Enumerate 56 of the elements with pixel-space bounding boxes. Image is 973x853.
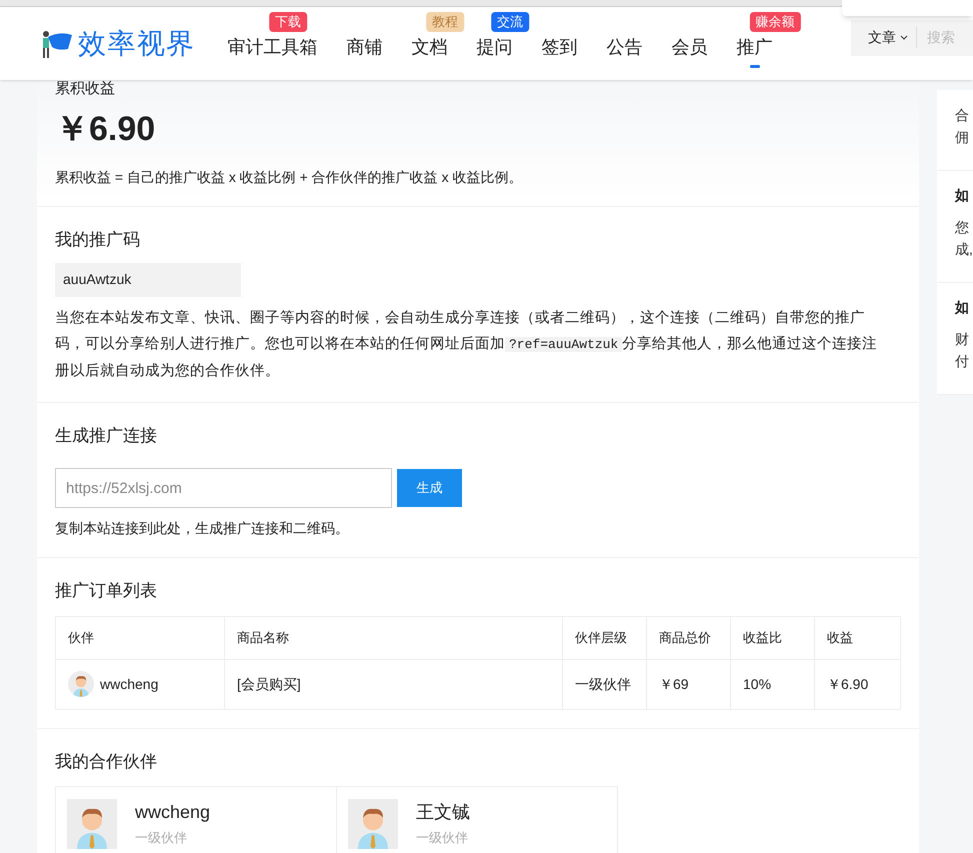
sidebar-text: 成, [955, 240, 973, 259]
table-header-cell: 商品名称 [224, 616, 562, 659]
table-cell: 一级伙伴 [562, 659, 646, 709]
sidebar-text: 您 [955, 218, 970, 237]
earnings-formula: 累积收益 = 自己的推广收益 x 收益比例 + 合作伙伴的推广收益 x 收益比例。 [55, 168, 524, 187]
partner-level: 一级伙伴 [135, 829, 188, 848]
search-field[interactable]: 搜索 [927, 27, 967, 48]
partner-level: 一级伙伴 [416, 829, 469, 848]
nav-link[interactable]: 商铺 [346, 34, 383, 68]
table-cell: ￥69 [646, 659, 730, 709]
earnings-amount: ￥6.90 [55, 109, 156, 150]
nav-link[interactable]: 文档 [412, 34, 448, 68]
table-header-cell: 收益 [814, 616, 900, 659]
nav-link[interactable]: 会员 [672, 34, 708, 68]
generate-button[interactable]: 生成 [397, 469, 462, 507]
table-header-cell: 商品总价 [646, 616, 730, 659]
logo-icon [40, 28, 74, 58]
table-header-cell: 伙伴 [56, 616, 224, 659]
table-cell: ￥6.90 [814, 659, 900, 709]
section-title: 累积收益 [55, 80, 116, 98]
section-title: 推广订单列表 [55, 580, 158, 602]
nav-link[interactable]: 签到 [542, 34, 578, 68]
nav-link[interactable]: 推广 [736, 34, 773, 68]
nav-badge: 赚余额 [750, 12, 800, 32]
table-header-cell: 收益比 [730, 616, 814, 659]
search-scope-dropdown[interactable]: 文章 [868, 27, 917, 48]
section-title: 我的合作伙伴 [55, 750, 158, 772]
sidebar-text: 佣 [955, 128, 970, 147]
nav-badge: 教程 [426, 12, 464, 32]
table-cell: [会员购买] [224, 659, 562, 709]
section-title: 生成推广连接 [55, 424, 158, 446]
avatar-icon [348, 798, 398, 848]
site-logo-text: 效率视界 [78, 26, 196, 60]
nav-link[interactable]: 审计工具箱 [228, 34, 318, 68]
sidebar-heading: 如 [955, 298, 970, 317]
partner-name: wwcheng [135, 801, 210, 824]
promo-code-description: 当您在本站发布文章、快讯、圈子等内容的时候，会自动生成分享连接（或者二维码），这个连接（二维码）自带您的推广码，可以分享给别人进行推广。您也可以将在本站的任何网址后面加 ?ref=auuAwtzuk 分享给其他人，那么他通过这个连接注册以后就自动成为您的合作伙伴。 [55, 308, 878, 380]
sidebar-text: 合 [955, 106, 970, 125]
avatar-icon [67, 798, 117, 848]
section-title: 我的推广码 [55, 229, 141, 251]
nav-link[interactable]: 提问 [476, 34, 513, 68]
chevron-down-icon [900, 34, 908, 40]
url-input-field[interactable]: https://52xlsj.com [55, 468, 392, 508]
partner-name: wwcheng [100, 674, 158, 694]
nav-badge: 交流 [490, 12, 529, 32]
table-header-cell: 伙伴层级 [562, 616, 646, 659]
sidebar-text: 付 [955, 352, 970, 371]
avatar-icon [68, 671, 94, 697]
promo-code-field: auuAwtzuk [55, 262, 241, 296]
sidebar-text: 财 [955, 330, 970, 349]
nav-link[interactable]: 公告 [606, 34, 643, 68]
generate-hint: 复制本站连接到此处，生成推广连接和二维码。 [55, 519, 350, 538]
table-cell: 10% [730, 659, 814, 709]
nav-badge: 下载 [268, 12, 307, 32]
partner-name: 王文铖 [416, 801, 470, 824]
sidebar-heading: 如 [955, 186, 970, 205]
